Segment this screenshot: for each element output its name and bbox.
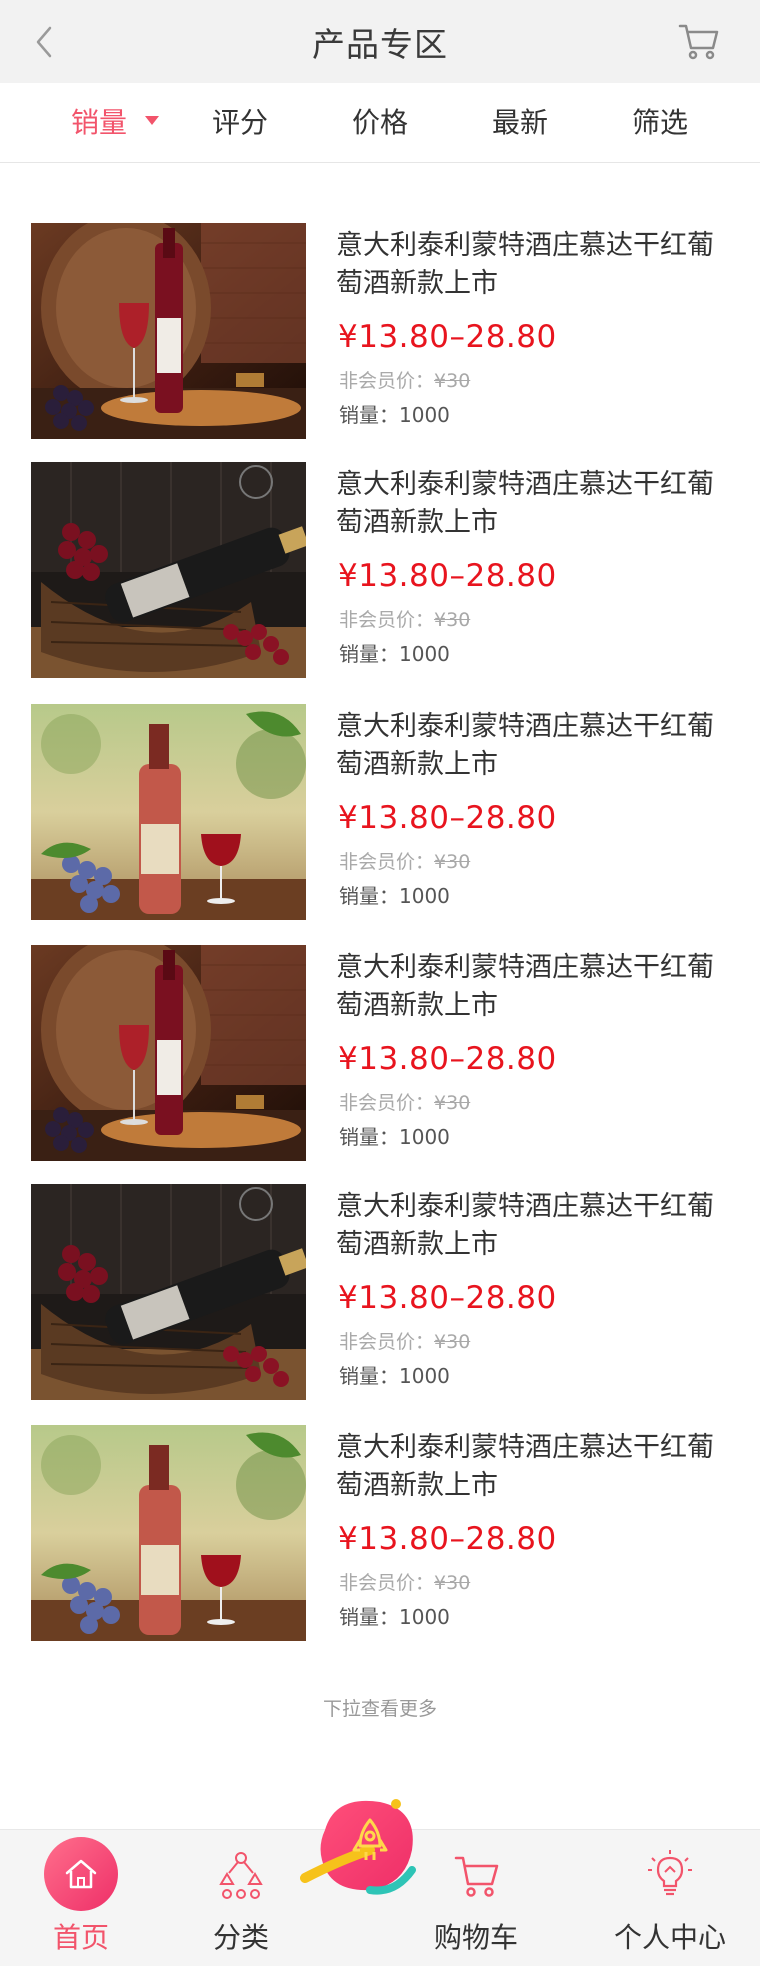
product-sales: 销量：1000 [339,1605,450,1629]
home-icon [65,1859,97,1889]
category-icon [219,1852,263,1899]
member-price-value: ¥30 [434,1572,471,1594]
nav-profile-label: 个人中心 [613,1921,726,1954]
cart-icon[interactable] [676,18,722,64]
product-sales: 销量：1000 [339,1125,450,1149]
member-price-label: 非会员价： [339,1331,435,1353]
member-price-value: ¥30 [434,609,471,631]
product-image[interactable] [31,1184,306,1400]
product-title[interactable]: 意大利泰利蒙特酒庄慕达干红葡萄酒新款上市 [336,1188,736,1264]
product-image[interactable] [31,1425,306,1641]
member-price-value: ¥30 [434,851,471,873]
product-title[interactable]: 意大利泰利蒙特酒庄慕达干红葡萄酒新款上市 [336,227,736,303]
product-item[interactable]: 意大利泰利蒙特酒庄慕达干红葡萄酒新款上市 ¥13.80–28.80 非会员价：¥… [0,1184,760,1424]
member-price-label: 非会员价： [339,1092,435,1114]
product-image[interactable] [31,704,306,920]
product-item[interactable]: 意大利泰利蒙特酒庄慕达干红葡萄酒新款上市 ¥13.80–28.80 非会员价：¥… [0,945,760,1185]
product-sales: 销量：1000 [339,403,450,427]
product-price: ¥13.80–28.80 [338,1280,557,1316]
product-image[interactable] [31,462,306,678]
product-sales: 销量：1000 [339,642,450,666]
product-image[interactable] [31,945,306,1161]
member-price: 非会员价：¥30 [339,605,470,632]
nav-cart-label: 购物车 [433,1921,518,1954]
product-price: ¥13.80–28.80 [338,558,557,594]
tab-newest[interactable]: 最新 [450,83,590,163]
pull-to-load-more-hint: 下拉查看更多 [322,1698,437,1720]
nav-category-label: 分类 [212,1921,269,1954]
nav-home-label: 首页 [52,1921,109,1954]
member-price-label: 非会员价： [339,851,435,873]
tab-sales-label: 销量 [70,106,127,139]
product-title[interactable]: 意大利泰利蒙特酒庄慕达干红葡萄酒新款上市 [336,708,736,784]
nav-profile[interactable]: 个人中心 [608,1830,732,1966]
product-price: ¥13.80–28.80 [338,319,557,355]
product-item[interactable]: 意大利泰利蒙特酒庄慕达干红葡萄酒新款上市 ¥13.80–28.80 非会员价：¥… [0,462,760,702]
member-price: 非会员价：¥30 [339,1327,470,1354]
product-price: ¥13.80–28.80 [338,1521,557,1557]
member-price-value: ¥30 [434,1092,471,1114]
product-price: ¥13.80–28.80 [338,800,557,836]
member-price-value: ¥30 [434,370,471,392]
product-title[interactable]: 意大利泰利蒙特酒庄慕达干红葡萄酒新款上市 [336,949,736,1025]
tab-filter[interactable]: 筛选 [590,83,730,163]
tab-sales[interactable]: 销量 [45,83,185,163]
member-price: 非会员价：¥30 [339,1088,470,1115]
rocket-icon[interactable] [300,1790,430,1910]
page-title: 产品专区 [312,25,448,64]
lightbulb-icon [648,1850,692,1896]
product-price: ¥13.80–28.80 [338,1041,557,1077]
tab-price[interactable]: 价格 [310,83,450,163]
product-sales: 销量：1000 [339,1364,450,1388]
member-price-label: 非会员价： [339,1572,435,1594]
caret-down-icon [145,115,159,125]
member-price-value: ¥30 [434,1331,471,1353]
cart-icon [454,1856,499,1897]
product-sales: 销量：1000 [339,884,450,908]
product-title[interactable]: 意大利泰利蒙特酒庄慕达干红葡萄酒新款上市 [336,1429,736,1505]
product-item[interactable]: 意大利泰利蒙特酒庄慕达干红葡萄酒新款上市 ¥13.80–28.80 非会员价：¥… [0,1425,760,1665]
nav-home[interactable]: 首页 [37,1830,125,1966]
top-bar: 产品专区 [0,0,760,83]
product-item[interactable]: 意大利泰利蒙特酒庄慕达干红葡萄酒新款上市 ¥13.80–28.80 非会员价：¥… [0,223,760,463]
product-item[interactable]: 意大利泰利蒙特酒庄慕达干红葡萄酒新款上市 ¥13.80–28.80 非会员价：¥… [0,704,760,944]
member-price: 非会员价：¥30 [339,366,470,393]
product-image[interactable] [31,223,306,439]
member-price: 非会员价：¥30 [339,1568,470,1595]
nav-category[interactable]: 分类 [196,1830,286,1966]
member-price: 非会员价：¥30 [339,847,470,874]
member-price-label: 非会员价： [339,609,435,631]
sort-bar: 销量 评分 价格 最新 筛选 [0,83,760,163]
nav-cart[interactable]: 购物车 [425,1830,527,1966]
tab-rating[interactable]: 评分 [170,83,310,163]
product-title[interactable]: 意大利泰利蒙特酒庄慕达干红葡萄酒新款上市 [336,466,736,542]
member-price-label: 非会员价： [339,370,435,392]
